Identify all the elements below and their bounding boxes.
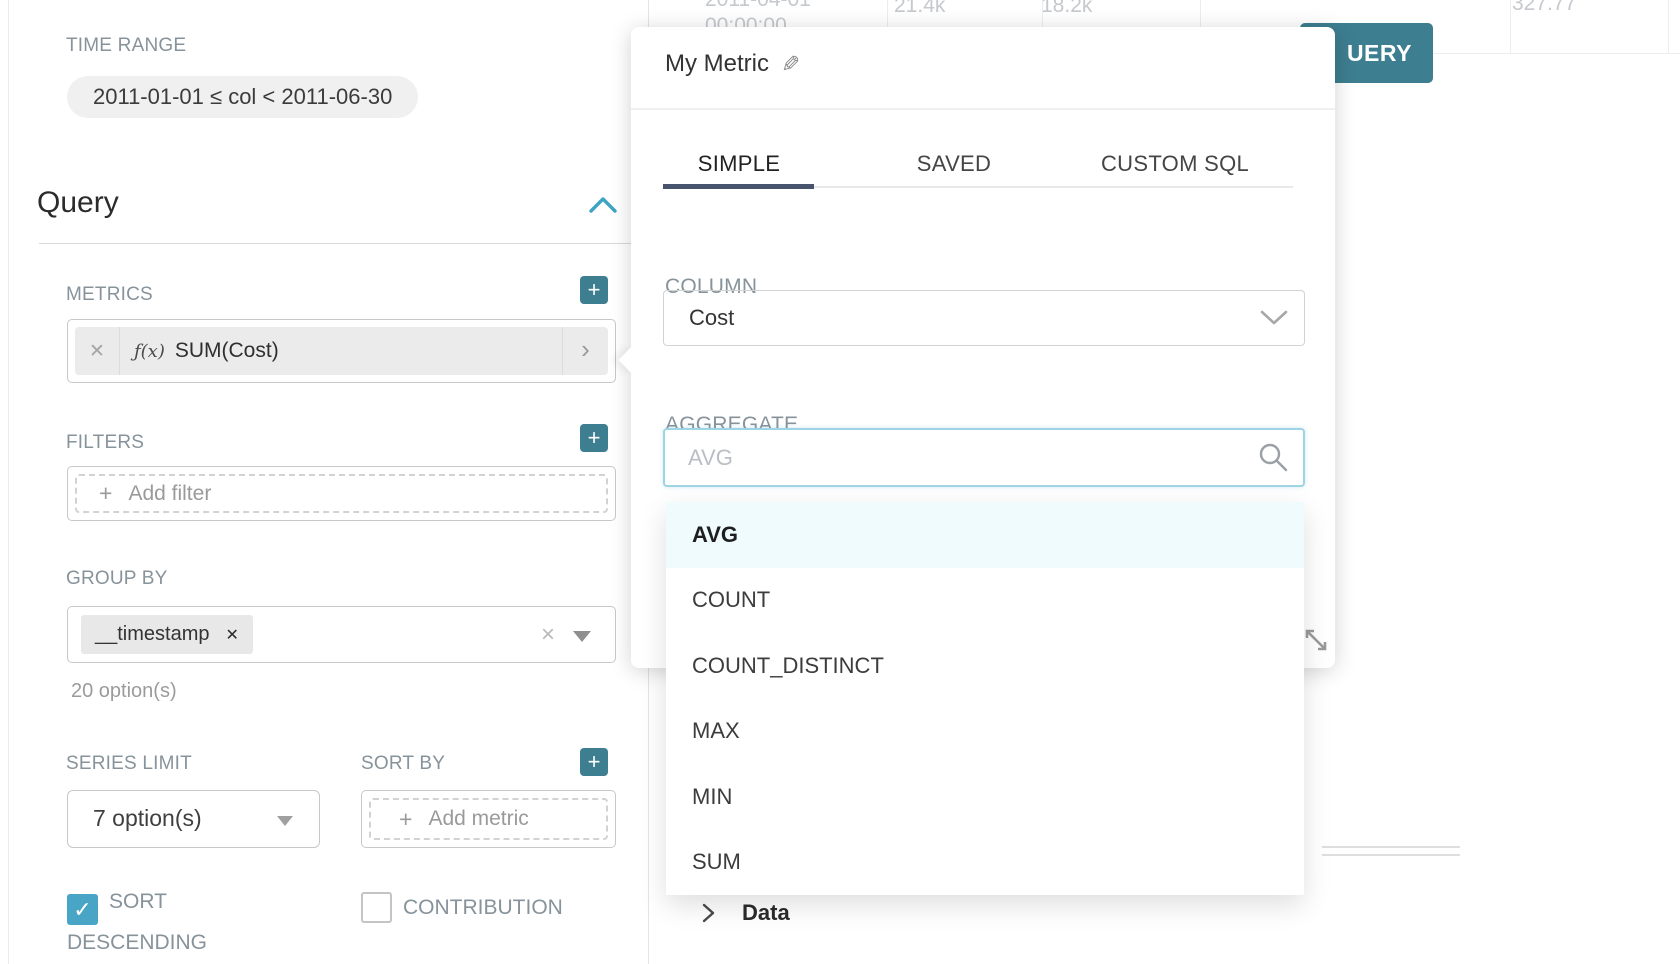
query-section-title: Query [37, 186, 119, 220]
caret-down-icon [277, 816, 293, 826]
table-gridline [887, 0, 888, 27]
group-by-tag[interactable]: __timestamp ✕ [81, 615, 253, 654]
sort-descending-checkbox[interactable]: ✓ [67, 894, 98, 925]
sort-by-control: + Add metric [361, 790, 616, 848]
group-by-select[interactable]: __timestamp ✕ × [67, 606, 616, 663]
column-select[interactable]: Cost [663, 290, 1305, 346]
data-panel-header[interactable]: Data [700, 900, 790, 926]
plus-icon: + [399, 806, 412, 833]
sort-by-label: SORT BY [361, 753, 445, 775]
filters-control: + Add filter [67, 466, 616, 521]
table-gridline [1200, 0, 1201, 27]
popover-header-divider [631, 108, 1335, 110]
plus-icon: + [99, 480, 112, 507]
panel-left-border [8, 0, 9, 964]
metric-pill-label: SUM(Cost) [175, 339, 279, 363]
metric-pill[interactable]: ✕ ƒ(x) SUM(Cost) › [75, 327, 608, 375]
tab-simple[interactable]: SIMPLE [698, 151, 781, 177]
table-cell-value-1: 21.4k [894, 0, 945, 19]
metrics-label: METRICS [66, 284, 153, 306]
add-filter-plus-button[interactable]: + [580, 424, 608, 452]
caret-down-icon[interactable] [573, 631, 591, 642]
tab-custom-sql[interactable]: CUSTOM SQL [1101, 151, 1249, 177]
popover-title-row: My Metric ✎ [665, 50, 800, 78]
add-filter-placeholder: Add filter [128, 482, 211, 506]
group-by-options-hint: 20 option(s) [71, 680, 177, 703]
column-value: Cost [689, 305, 734, 331]
group-by-tag-label: __timestamp [95, 623, 210, 646]
aggregate-option-max[interactable]: MAX [666, 699, 1304, 765]
filters-label: FILTERS [66, 432, 144, 454]
resize-handle-icon[interactable] [1302, 626, 1330, 654]
explore-view: 2011-04-01 00:00:00 21.4k 18.2k 327.77 U… [0, 0, 1680, 964]
chevron-down-icon [1259, 309, 1289, 327]
add-filter-dropzone[interactable]: + Add filter [75, 474, 608, 513]
table-gridline [1433, 53, 1680, 54]
add-metric-plus-button[interactable]: + [580, 276, 608, 304]
group-by-label: GROUP BY [66, 568, 168, 590]
chevron-right-icon [700, 902, 716, 924]
aggregate-option-count[interactable]: COUNT [666, 568, 1304, 634]
contribution-checkbox[interactable] [361, 892, 392, 923]
table-cell-date: 2011-04-01 [705, 0, 811, 13]
aggregate-option-list: AVGCOUNTCOUNT_DISTINCTMAXMINSUM [666, 502, 1304, 895]
function-icon: ƒ(x) [134, 341, 165, 362]
data-panel-title: Data [742, 900, 790, 926]
edit-pencil-icon[interactable]: ✎ [781, 51, 800, 78]
table-gridline [1668, 0, 1669, 53]
data-panel-splitter[interactable] [1322, 854, 1460, 856]
aggregate-option-avg[interactable]: AVG [666, 502, 1304, 568]
query-divider [39, 243, 645, 244]
search-icon [1257, 441, 1289, 473]
series-limit-value: 7 option(s) [93, 805, 202, 832]
active-tab-underline [663, 184, 814, 189]
table-gridline [1510, 0, 1511, 53]
aggregate-option-count_distinct[interactable]: COUNT_DISTINCT [666, 633, 1304, 699]
remove-metric-icon[interactable]: ✕ [75, 327, 120, 375]
series-limit-select[interactable]: 7 option(s) [67, 790, 320, 848]
time-range-pill[interactable]: 2011-01-01 ≤ col < 2011-06-30 [67, 76, 418, 118]
metrics-control: ✕ ƒ(x) SUM(Cost) › [67, 319, 616, 383]
add-metric-placeholder: Add metric [428, 807, 528, 831]
time-range-label: TIME RANGE [66, 35, 186, 57]
tab-saved[interactable]: SAVED [917, 151, 991, 177]
contribution-label: CONTRIBUTION [403, 896, 563, 919]
aggregate-input[interactable] [663, 428, 1305, 487]
series-limit-label: SERIES LIMIT [66, 753, 192, 775]
aggregate-option-sum[interactable]: SUM [666, 830, 1304, 896]
table-gridline [1042, 0, 1043, 27]
contribution-option[interactable]: CONTRIBUTION [361, 890, 621, 925]
clear-select-icon[interactable]: × [541, 623, 555, 647]
remove-tag-icon[interactable]: ✕ [226, 625, 239, 645]
metric-name: My Metric [665, 50, 769, 78]
table-cell-value-2: 18.2k [1041, 0, 1092, 19]
table-cell-value-3: 327.77 [1512, 0, 1576, 17]
data-panel-splitter[interactable] [1322, 846, 1460, 848]
expand-metric-icon[interactable]: › [562, 327, 608, 375]
aggregate-option-min[interactable]: MIN [666, 764, 1304, 830]
add-sort-metric-dropzone[interactable]: + Add metric [369, 798, 608, 840]
sort-descending-option[interactable]: ✓SORT DESCENDING [67, 884, 257, 960]
chevron-up-icon[interactable] [588, 194, 618, 216]
sort-by-plus-button[interactable]: + [580, 748, 608, 776]
